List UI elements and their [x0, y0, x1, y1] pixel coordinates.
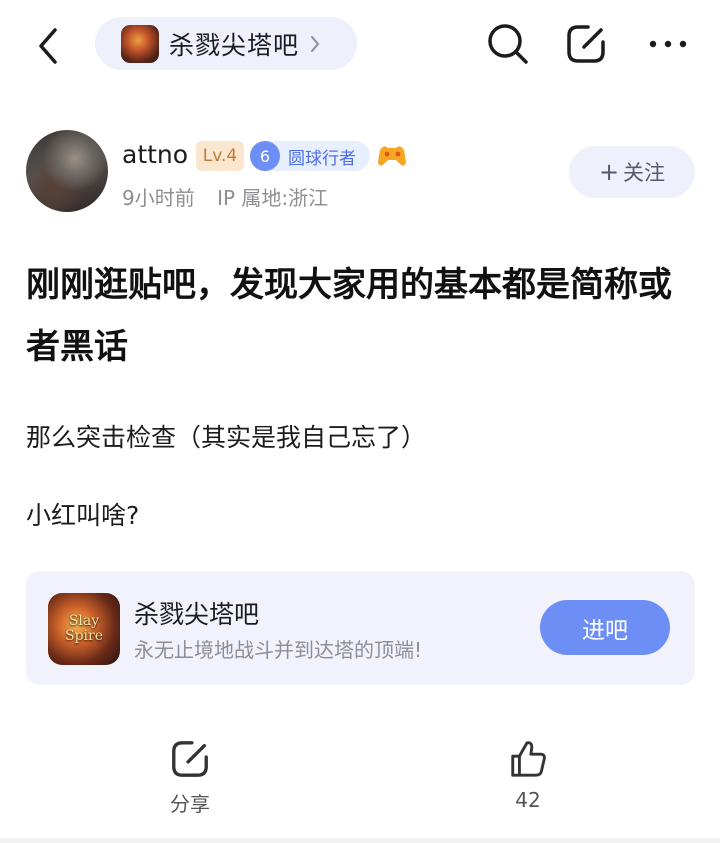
back-button[interactable] — [24, 22, 72, 70]
forum-pill-name: 杀戮尖塔吧 — [169, 30, 300, 60]
share-label: 分享 — [170, 792, 210, 816]
post-paragraph: 那么突击检查（其实是我自己忘了） — [26, 423, 427, 452]
back-icon — [39, 28, 57, 64]
search-button[interactable] — [482, 18, 534, 70]
forum-logo-text: Slay — [68, 613, 100, 629]
chevron-right-icon — [309, 34, 321, 54]
avatar[interactable] — [26, 130, 108, 212]
forum-logo-text: Spire — [64, 628, 103, 644]
like-count: 42 — [515, 788, 541, 812]
ip-location: IP 属地:浙江 — [217, 186, 329, 210]
author-username[interactable]: attno — [122, 140, 188, 169]
bottom-divider — [0, 838, 720, 843]
enter-forum-button[interactable]: 进吧 — [540, 600, 670, 655]
like-button[interactable]: 42 — [488, 738, 568, 812]
share-button[interactable]: 分享 — [150, 738, 230, 817]
post-page: 杀戮尖塔吧 attno Lv.4 6 圆球行者 9小时前 IP 属地:浙江 + … — [0, 0, 720, 843]
forum-card-name: 杀戮尖塔吧 — [134, 600, 260, 629]
post-meta: 9小时前 IP 属地:浙江 — [122, 182, 328, 211]
edit-icon — [567, 25, 605, 63]
forum-pill-button[interactable]: 杀戮尖塔吧 — [95, 17, 357, 70]
rank-number: 6 — [250, 141, 280, 171]
thumbs-up-icon — [511, 741, 546, 777]
forum-thumbnail — [121, 24, 159, 63]
forum-logo: Slay Spire — [48, 593, 120, 665]
share-icon — [172, 741, 208, 777]
follow-button[interactable]: + 关注 — [569, 146, 695, 198]
follow-label: 关注 — [623, 161, 666, 185]
top-bar: 杀戮尖塔吧 — [0, 0, 720, 92]
more-icon — [649, 40, 687, 48]
gamepad-icon — [378, 146, 406, 166]
more-button[interactable] — [642, 18, 694, 70]
edit-button[interactable] — [560, 18, 612, 70]
search-icon — [488, 24, 528, 64]
level-badge: Lv.4 — [196, 141, 244, 171]
plus-icon: + — [598, 158, 620, 186]
forum-card[interactable]: Slay Spire 杀戮尖塔吧 永无止境地战斗并到达塔的顶端! 进吧 — [26, 571, 695, 685]
post-title: 刚刚逛贴吧，发现大家用的基本都是简称或者黑话 — [26, 265, 672, 367]
rank-badge: 6 圆球行者 — [250, 141, 370, 171]
post-paragraph: 小红叫啥? — [26, 501, 140, 530]
forum-card-description: 永无止境地战斗并到达塔的顶端! — [134, 638, 423, 662]
post-time: 9小时前 — [122, 186, 195, 210]
rank-title: 圆球行者 — [288, 148, 356, 169]
